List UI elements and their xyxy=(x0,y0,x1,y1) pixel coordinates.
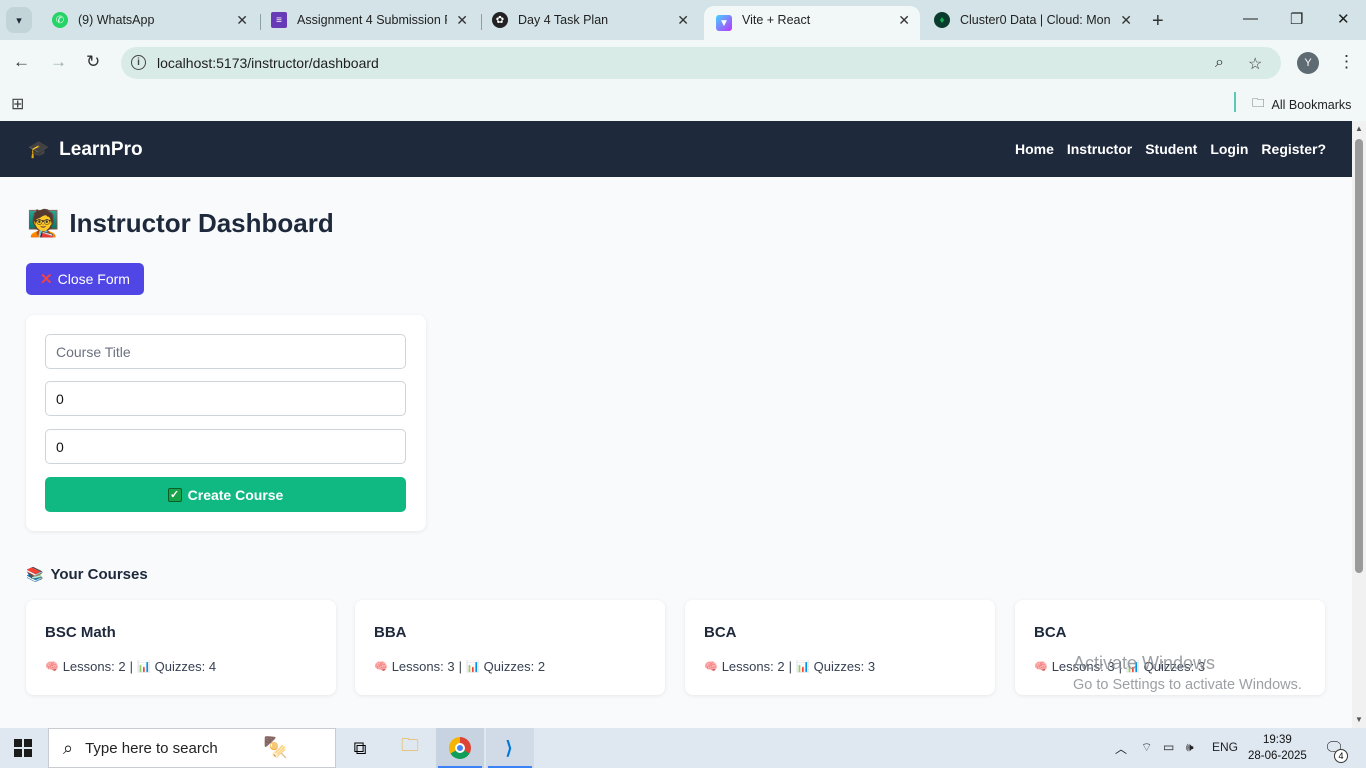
course-card[interactable]: BCA 🧠 Lessons: 2 | 📊 Quizzes: 3 xyxy=(685,600,995,695)
volume-icon[interactable]: 🕪 xyxy=(1186,740,1194,755)
minimize-icon[interactable]: — xyxy=(1243,10,1258,27)
books-icon: 📚 xyxy=(26,566,44,582)
mongodb-icon: ♦ xyxy=(934,12,950,28)
vscode-icon[interactable]: ⟩ xyxy=(497,736,521,760)
language-indicator[interactable]: ENG xyxy=(1212,740,1238,754)
page-viewport: 🎓 LearnPro Home Instructor Student Login… xyxy=(0,121,1352,728)
tab-search-button[interactable]: ▾ xyxy=(6,7,32,33)
windows-start-icon[interactable] xyxy=(14,739,32,757)
zoom-icon[interactable]: ⌕ xyxy=(1215,54,1224,72)
scroll-up-icon[interactable]: ▲ xyxy=(1355,124,1363,133)
taskbar-clock[interactable]: 19:39 28-06-2025 xyxy=(1248,732,1307,764)
forward-icon[interactable]: → xyxy=(50,52,67,72)
close-tab-icon[interactable]: ✕ xyxy=(1120,12,1132,29)
tab-whatsapp[interactable]: ✆ (9) WhatsApp ✕ xyxy=(40,6,258,34)
bar-chart-icon: 📊 xyxy=(795,661,810,673)
close-tab-icon[interactable]: ✕ xyxy=(236,12,248,29)
quizzes-count-input[interactable] xyxy=(45,429,406,464)
restore-icon[interactable]: ❐ xyxy=(1290,10,1303,28)
search-icon: ⌕ xyxy=(63,737,74,758)
app-navbar: 🎓 LearnPro Home Instructor Student Login… xyxy=(0,121,1352,177)
network-icon[interactable]: ⌔ xyxy=(1141,740,1152,755)
course-name: BCA xyxy=(1034,624,1067,641)
back-icon[interactable]: ← xyxy=(13,52,30,72)
close-tab-icon[interactable]: ✕ xyxy=(456,12,468,29)
brain-icon: 🧠 xyxy=(704,661,718,673)
tab-mongodb[interactable]: ♦ Cluster0 Data | Cloud: Mong ✕ xyxy=(922,6,1142,34)
nav-link-student[interactable]: Student xyxy=(1145,141,1197,157)
brain-icon: 🧠 xyxy=(374,661,388,673)
reload-icon[interactable]: ↻ xyxy=(86,52,100,72)
create-course-form: ✓ Create Course xyxy=(26,315,426,531)
course-stats: 🧠 Lessons: 2 | 📊 Quizzes: 3 xyxy=(704,659,876,674)
chatgpt-icon: ✿ xyxy=(492,12,508,28)
browser-menu-icon[interactable]: ⋮ xyxy=(1338,52,1355,72)
page-title: 🧑‍🏫 Instructor Dashboard xyxy=(27,208,334,238)
search-highlight-icon: 🍢 xyxy=(263,737,288,759)
all-bookmarks-button[interactable]: 🗀 All Bookmarks xyxy=(1252,94,1351,115)
course-stats: 🧠 Lessons: 3 | 📊 Quizzes: 2 xyxy=(374,659,546,674)
course-card[interactable]: BBA 🧠 Lessons: 3 | 📊 Quizzes: 2 xyxy=(355,600,665,695)
nav-link-register[interactable]: Register? xyxy=(1261,141,1326,157)
nav-links: Home Instructor Student Login Register? xyxy=(1015,141,1326,157)
cross-mark-icon: ✕ xyxy=(40,271,53,288)
course-title-input[interactable] xyxy=(45,334,406,369)
page-scrollbar[interactable]: ▲ ▼ xyxy=(1352,121,1366,728)
bookmarks-bar: ⊞ 🗀 All Bookmarks xyxy=(0,86,1366,121)
create-course-button[interactable]: ✓ Create Course xyxy=(45,477,406,512)
course-name: BCA xyxy=(704,624,737,641)
brand-logo[interactable]: 🎓 LearnPro xyxy=(28,139,143,161)
scrollbar-thumb[interactable] xyxy=(1355,139,1363,573)
whatsapp-icon: ✆ xyxy=(52,12,68,28)
folder-icon: 🗀 xyxy=(1252,96,1265,110)
tab-task-plan[interactable]: ✿ Day 4 Task Plan ✕ xyxy=(480,6,699,34)
close-window-icon[interactable]: ✕ xyxy=(1337,10,1350,28)
close-tab-icon[interactable]: ✕ xyxy=(677,12,689,29)
apps-grid-icon[interactable]: ⊞ xyxy=(11,94,24,114)
vite-icon: ▼ xyxy=(716,15,732,31)
show-hidden-icons-icon[interactable]: ︿ xyxy=(1115,740,1127,757)
lessons-count-input[interactable] xyxy=(45,381,406,416)
browser-tab-strip: ▾ ✆ (9) WhatsApp ✕ ≡ Assignment 4 Submis… xyxy=(0,0,1366,40)
windows-taskbar: ⌕ Type here to search 🍢 ⧉ 🗀 ⟩ ︿ ⌔ ▭ 🕪 EN… xyxy=(0,728,1366,768)
brain-icon: 🧠 xyxy=(1034,661,1048,673)
task-view-icon[interactable]: ⧉ xyxy=(348,736,372,760)
notification-count: 4 xyxy=(1334,749,1348,763)
tab-assignment[interactable]: ≡ Assignment 4 Submission Fo ✕ xyxy=(259,6,478,34)
profile-avatar[interactable]: Y xyxy=(1297,52,1319,74)
nav-link-login[interactable]: Login xyxy=(1210,141,1248,157)
scroll-down-icon[interactable]: ▼ xyxy=(1355,715,1363,724)
browser-toolbar: ← → ↻ i localhost:5173/instructor/dashbo… xyxy=(0,40,1366,86)
course-name: BSC Math xyxy=(45,624,116,641)
bar-chart-icon: 📊 xyxy=(136,661,151,673)
taskbar-search-box[interactable]: ⌕ Type here to search 🍢 xyxy=(48,728,336,768)
nav-link-home[interactable]: Home xyxy=(1015,141,1054,157)
close-form-button[interactable]: ✕ Close Form xyxy=(26,263,144,295)
close-tab-icon[interactable]: ✕ xyxy=(898,12,910,29)
url-text: localhost:5173/instructor/dashboard xyxy=(157,55,379,71)
course-stats: 🧠 Lessons: 2 | 📊 Quizzes: 4 xyxy=(45,659,217,674)
graduation-cap-icon: 🎓 xyxy=(28,140,50,159)
bookmark-star-icon[interactable]: ☆ xyxy=(1248,54,1262,74)
site-info-icon[interactable]: i xyxy=(131,55,146,70)
bar-chart-icon: 📊 xyxy=(465,661,480,673)
battery-icon[interactable]: ▭ xyxy=(1163,740,1174,754)
brain-icon: 🧠 xyxy=(45,661,59,673)
file-explorer-icon[interactable]: 🗀 xyxy=(398,735,422,760)
activate-windows-watermark: Activate Windows Go to Settings to activ… xyxy=(1073,653,1302,693)
course-card[interactable]: BSC Math 🧠 Lessons: 2 | 📊 Quizzes: 4 xyxy=(26,600,336,695)
new-tab-icon[interactable]: + xyxy=(1152,10,1164,33)
courses-heading: 📚 Your Courses xyxy=(26,566,148,583)
address-bar[interactable]: i localhost:5173/instructor/dashboard ⌕ … xyxy=(121,47,1281,79)
tab-vite-react[interactable]: ▼ Vite + React ✕ xyxy=(704,6,920,40)
nav-link-instructor[interactable]: Instructor xyxy=(1067,141,1132,157)
teacher-icon: 🧑‍🏫 xyxy=(27,208,60,238)
forms-icon: ≡ xyxy=(271,12,287,28)
check-mark-icon: ✓ xyxy=(167,487,182,502)
chrome-icon[interactable] xyxy=(448,736,472,760)
course-name: BBA xyxy=(374,624,407,641)
